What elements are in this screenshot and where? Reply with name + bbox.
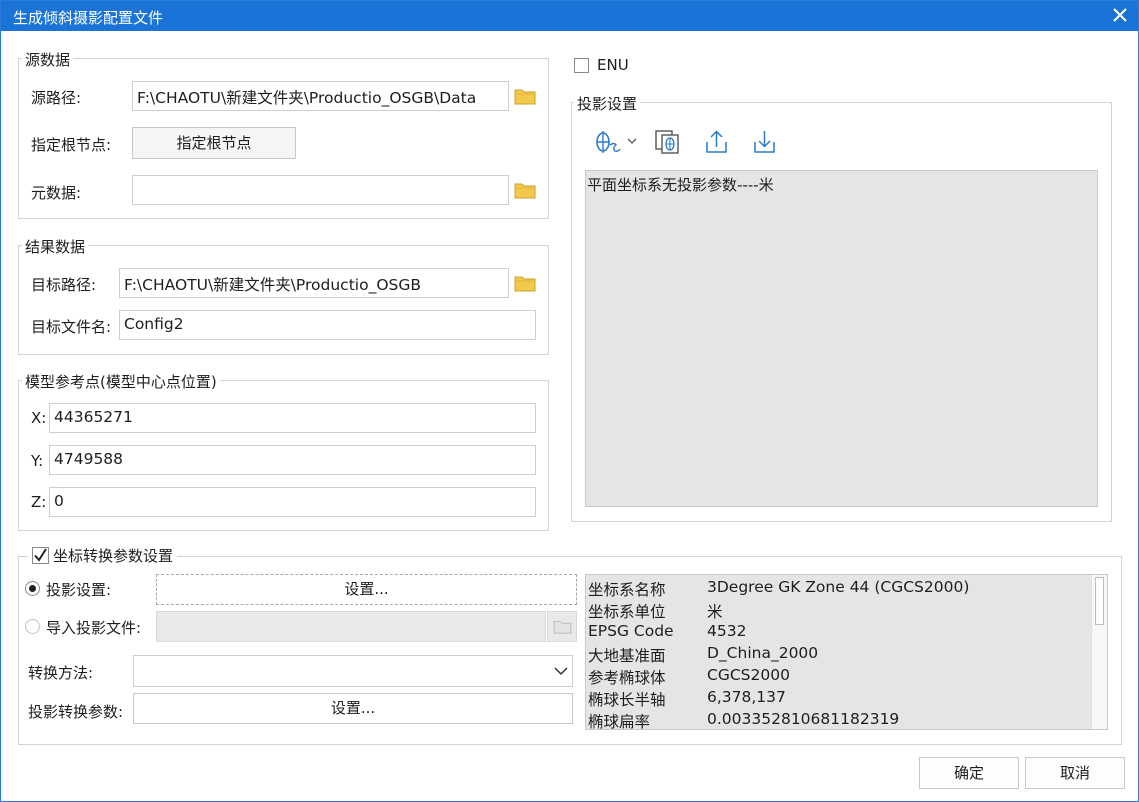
coordinate-system-icon[interactable] [594,129,622,155]
import-browse-button[interactable] [547,611,577,642]
chevron-down-icon[interactable] [626,135,638,147]
target-filename-label: 目标文件名: [31,318,112,336]
source-path-input[interactable]: F:\CHAOTU\新建文件夹\Productio_OSGB\Data [132,81,509,111]
coordinate-info-list: 坐标系名称 3Degree GK Zone 44 (CGCS2000) 坐标系单… [585,574,1108,730]
folder-icon [553,621,572,634]
z-label: Z: [31,493,47,511]
transform-legend: 坐标转换参数设置 [53,547,174,565]
projection-setting-button[interactable]: 设置... [156,574,577,605]
export-icon[interactable] [704,129,729,155]
transform-method-select[interactable] [133,655,573,687]
dialog-window: 生成倾斜摄影配置文件 源数据 源路径: F:\CHAOTU\新建文件夹\Prod… [0,0,1139,802]
target-filename-input[interactable]: Config2 [119,310,536,340]
folder-icon[interactable] [514,274,536,292]
close-icon[interactable] [1110,5,1130,25]
transform-legend-wrap: 坐标转换参数设置 [28,545,178,566]
x-label: X: [31,409,47,427]
projection-setting-radio[interactable] [25,581,40,596]
import-projection-file-input[interactable] [156,611,546,642]
y-label: Y: [31,452,44,470]
window-title: 生成倾斜摄影配置文件 [13,9,164,27]
folder-icon[interactable] [514,181,536,199]
transform-checkbox[interactable] [32,547,49,564]
import-projection-file-label: 导入投影文件: [46,619,142,637]
projection-info-text: 平面坐标系无投影参数----米 [587,176,774,194]
projection-legend: 投影设置 [574,93,641,114]
result-data-legend: 结果数据 [22,236,89,257]
projection-transform-params-button[interactable]: 设置... [133,693,573,724]
projection-transform-params-label: 投影转换参数: [28,703,124,721]
projection-setting-label: 投影设置: [46,581,112,599]
z-input[interactable]: 0 [49,487,536,517]
folder-icon[interactable] [514,87,536,105]
ok-button[interactable]: 确定 [919,757,1019,789]
import-icon[interactable] [752,129,777,155]
y-input[interactable]: 4749588 [49,445,536,475]
specify-root-node-button[interactable]: 指定根节点 [132,127,296,159]
target-path-label: 目标路径: [31,276,97,294]
scrollbar[interactable] [1091,575,1107,729]
reference-point-legend: 模型参考点(模型中心点位置) [22,371,220,392]
metadata-input[interactable] [132,175,509,205]
scrollbar-thumb[interactable] [1095,577,1104,625]
source-path-label: 源路径: [31,89,82,107]
source-data-legend: 源数据 [22,49,74,70]
x-input[interactable]: 44365271 [49,403,536,433]
metadata-label: 元数据: [31,184,82,202]
root-node-label: 指定根节点: [31,136,112,154]
projection-info-panel: 平面坐标系无投影参数----米 [585,170,1098,507]
enu-label: ENU [597,56,629,74]
cancel-button[interactable]: 取消 [1025,757,1125,789]
chevron-down-icon[interactable] [554,665,568,677]
copy-projection-icon[interactable] [654,129,681,155]
target-path-input[interactable]: F:\CHAOTU\新建文件夹\Productio_OSGB [119,268,509,298]
transform-method-label: 转换方法: [28,664,94,682]
enu-checkbox[interactable] [574,58,589,73]
title-bar[interactable]: 生成倾斜摄影配置文件 [1,1,1138,31]
import-projection-file-radio[interactable] [25,619,40,634]
